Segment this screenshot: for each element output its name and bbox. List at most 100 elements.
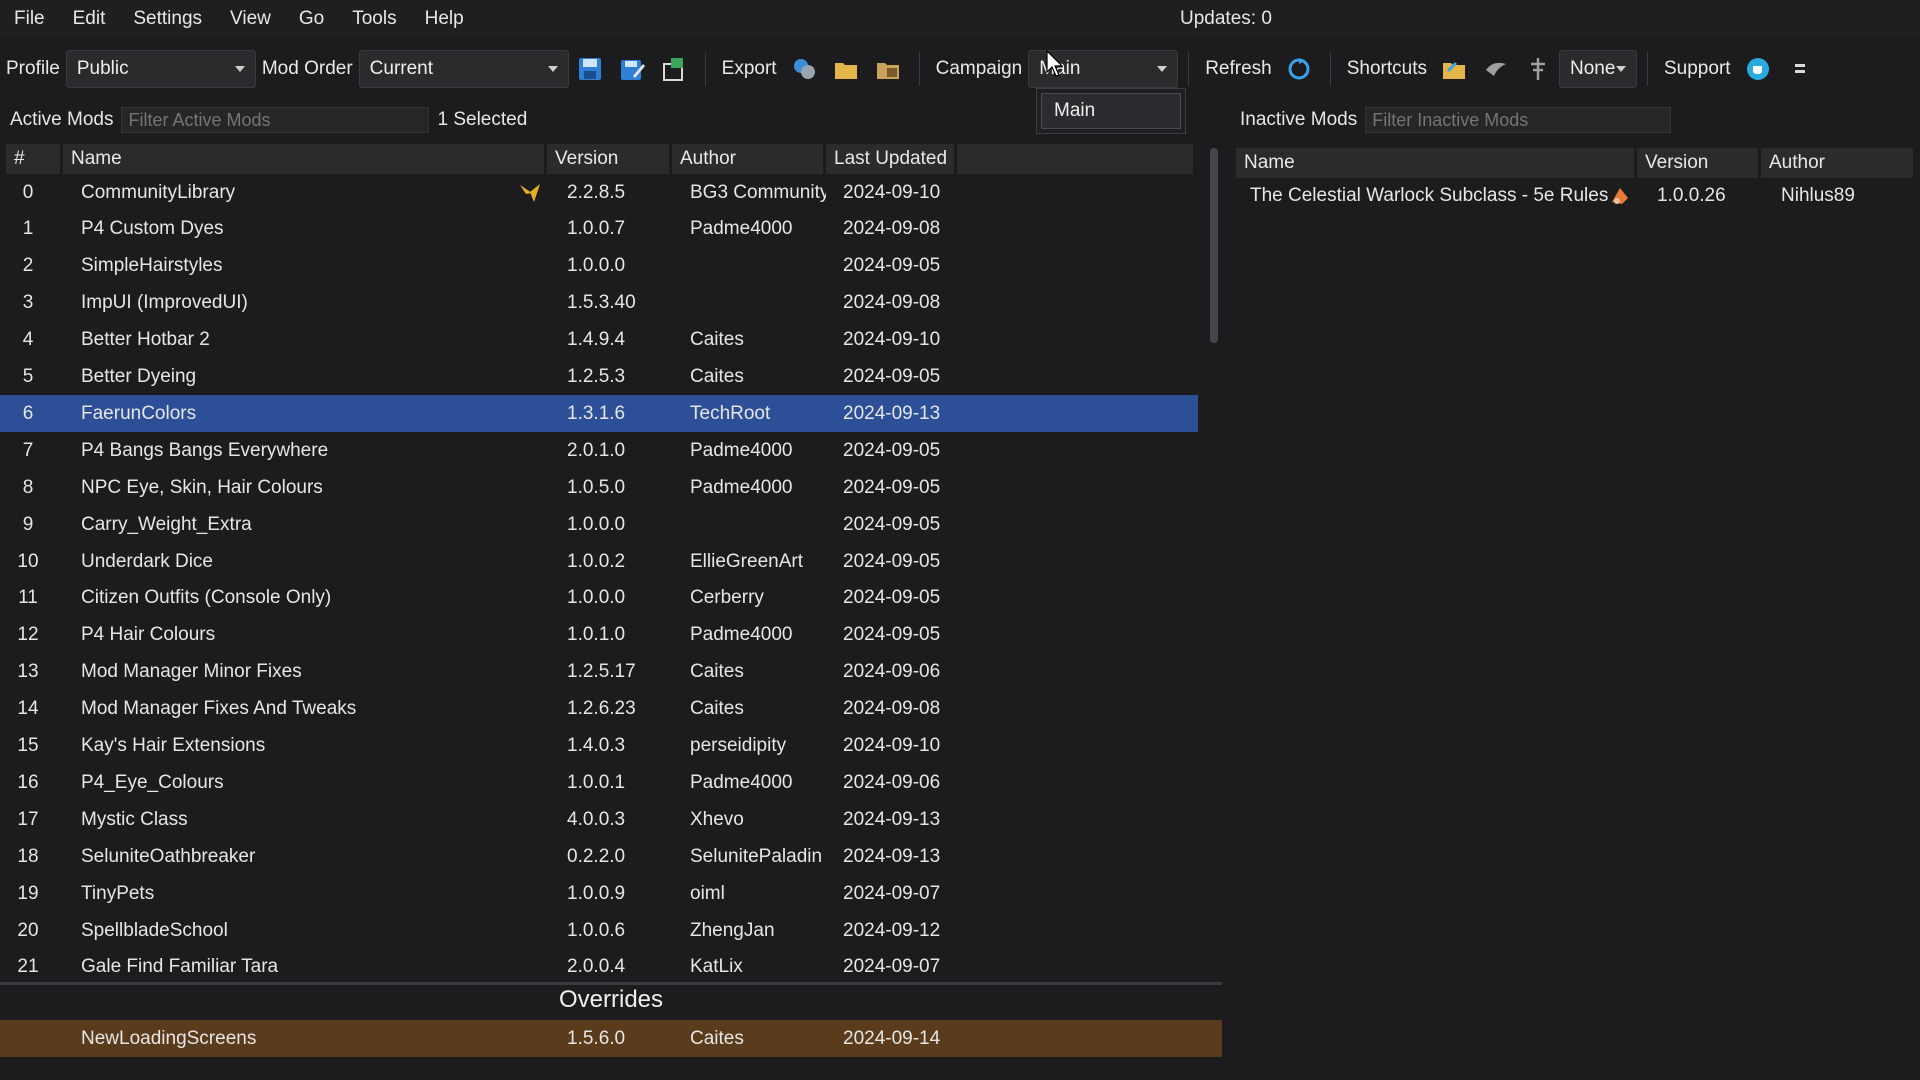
mod-version: 2.0.1.0 [567, 439, 626, 461]
inactive-col-header-author[interactable]: Author [1761, 148, 1913, 178]
export-zip-icon[interactable] [831, 54, 861, 84]
table-row[interactable]: 4 Better Hotbar 2 1.4.9.4 Caites 2024-09-10 [0, 322, 1198, 359]
row-index: 11 [18, 587, 38, 609]
col-header-name[interactable]: Name [63, 144, 544, 174]
table-row[interactable]: 7 P4 Bangs Bangs Everywhere 2.0.1.0 Padme40… [0, 432, 1198, 469]
active-filter-input[interactable] [121, 107, 430, 133]
table-row[interactable]: 20 SpellbladeSchool 1.0.0.6 ZhengJan 2024-09… [0, 912, 1198, 949]
mod-version: 4.0.0.3 [567, 808, 626, 830]
save-as-icon[interactable] [617, 54, 647, 84]
mod-author: Caites [690, 366, 744, 387]
table-row[interactable]: 2 SimpleHairstyles 1.0.0.0 2024-09-05 [0, 248, 1198, 285]
table-row[interactable]: 1 P4 Custom Dyes 1.0.0.7 Padme4000 2024-09-0… [0, 211, 1198, 248]
mod-last-updated: 2024-09-05 [843, 624, 941, 646]
table-row[interactable]: 3 ImpUI (ImprovedUI) 1.5.3.40 2024-09-08 [0, 285, 1198, 322]
import-order-icon[interactable] [659, 54, 689, 84]
table-row[interactable]: 8 NPC Eye, Skin, Hair Colours 1.0.5.0 Padme… [0, 469, 1198, 506]
table-row[interactable]: 12 P4 Hair Colours 1.0.1.0 Padme4000 2024-09… [0, 617, 1198, 654]
warning-icon [1608, 184, 1632, 214]
table-row[interactable]: 10 Underdark Dice 1.0.0.2 EllieGreenArt 2024… [0, 543, 1198, 580]
table-row[interactable]: 16 P4_Eye_Colours 1.0.0.1 Padme4000 2024-09-… [0, 764, 1198, 801]
table-row[interactable]: 19 TinyPets 1.0.0.9 oiml 2024-09-07 [0, 875, 1198, 912]
table-row[interactable]: 0 CommunityLibrary 2.2.8.5 BG3 Community 202… [0, 174, 1198, 211]
menu-file[interactable]: File [0, 0, 59, 38]
inactive-col-header-version[interactable]: Version [1637, 148, 1758, 178]
mod-version: 1.0.0.9 [567, 882, 626, 904]
mod-version: 2.2.8.5 [567, 181, 626, 203]
kofi-icon[interactable] [1743, 54, 1773, 84]
mod-last-updated: 2024-09-07 [843, 956, 941, 978]
active-scrollbar-thumb[interactable] [1210, 148, 1218, 343]
col-header-num[interactable]: # [6, 144, 60, 174]
inactive-filter-input[interactable] [1365, 107, 1672, 133]
mod-version: 1.0.0.0 [567, 255, 626, 277]
mod-last-updated: 2024-09-10 [843, 735, 941, 756]
mod-order-select[interactable]: Current [358, 50, 569, 88]
mod-last-updated: 2024-09-08 [843, 292, 941, 314]
table-row[interactable]: 6 FaerunColors 1.3.1.6 TechRoot 2024-09-13 [0, 395, 1198, 433]
mod-version: 1.4.9.4 [567, 329, 626, 351]
table-row[interactable]: 11 Citizen Outfits (Console Only) 1.0.0.0 C… [0, 580, 1198, 617]
row-index: 14 [17, 698, 39, 720]
table-row[interactable]: 15 Kay's Hair Extensions 1.4.0.3 perseidipi… [0, 728, 1198, 765]
override-row[interactable]: NewLoadingScreens 1.5.6.0 Caites 2024-09-14 [0, 1020, 1222, 1057]
table-row[interactable]: 17 Mystic Class 4.0.0.3 Xhevo 2024-09-13 [0, 801, 1198, 838]
col-header-author[interactable]: Author [672, 144, 823, 174]
shortcut-select[interactable]: None [1559, 50, 1637, 88]
mod-name: NPC Eye, Skin, Hair Colours [81, 476, 323, 498]
shortcuts-label: Shortcuts [1346, 58, 1427, 79]
col-header-last-updated[interactable]: Last Updated [826, 144, 954, 174]
table-row[interactable]: 13 Mod Manager Minor Fixes 1.2.5.17 Caites 2… [0, 654, 1198, 691]
col-header-version[interactable]: Version [547, 144, 669, 174]
toolbar-separator [704, 52, 706, 86]
mod-author: Caites [690, 661, 744, 683]
table-row[interactable]: 14 Mod Manager Fixes And Tweaks 1.2.6.23 Ca… [0, 691, 1198, 728]
mod-last-updated: 2024-09-06 [843, 661, 941, 683]
campaign-option-main[interactable]: Main [1041, 93, 1181, 129]
inactive-table-row[interactable]: The Celestial Warlock Subclass - 5e Rule… [1236, 178, 1920, 214]
active-mods-header: Active Mods 1 Selected [10, 104, 527, 136]
mod-name: Underdark Dice [81, 550, 213, 572]
mod-name: ImpUI (ImprovedUI) [81, 292, 248, 314]
refresh-icon[interactable] [1284, 54, 1314, 84]
table-row[interactable]: 21 Gale Find Familiar Tara 2.0.0.4 KatLix 20… [0, 949, 1198, 986]
mod-author: ZhengJan [690, 919, 775, 941]
inactive-col-header-name[interactable]: Name [1236, 148, 1634, 178]
menu-help[interactable]: Help [411, 0, 478, 38]
script-extender-icon [518, 182, 542, 210]
row-index: 0 [22, 181, 34, 203]
menu-view[interactable]: View [216, 0, 285, 38]
refresh-label[interactable]: Refresh [1205, 58, 1272, 80]
mod-author: Padme4000 [690, 624, 793, 646]
extender-icon[interactable] [1523, 54, 1553, 84]
menu-edit[interactable]: Edit [59, 0, 120, 38]
mod-last-updated: 2024-09-14 [843, 1027, 941, 1049]
mod-last-updated: 2024-09-05 [843, 366, 941, 387]
export-game-icon[interactable] [789, 54, 819, 84]
mod-version: 1.0.5.0 [567, 476, 626, 498]
mod-version: 1.2.6.23 [567, 698, 636, 720]
mod-author: TechRoot [690, 402, 771, 424]
campaign-label: Campaign [935, 58, 1023, 79]
menu-go[interactable]: Go [285, 0, 338, 38]
profile-select[interactable]: Public [65, 50, 256, 88]
mod-version: 1.5.6.0 [567, 1027, 626, 1049]
row-index: 8 [22, 476, 34, 498]
mod-last-updated: 2024-09-13 [843, 845, 941, 867]
export-folder-icon[interactable] [873, 54, 903, 84]
more-icon[interactable] [1785, 54, 1815, 84]
table-row[interactable]: 18 SeluniteOathbreaker 0.2.2.0 SelunitePala… [0, 838, 1198, 875]
mod-version: 1.0.0.0 [567, 513, 626, 535]
game-launch-icon[interactable] [1481, 54, 1511, 84]
mod-last-updated: 2024-09-05 [843, 476, 941, 498]
table-row[interactable]: 9 Carry_Weight_Extra 1.0.0.0 2024-09-05 [0, 506, 1198, 543]
mod-version: 1.0.0.0 [567, 587, 626, 609]
mod-name: Better Dyeing [81, 366, 197, 387]
save-icon[interactable] [575, 54, 605, 84]
mod-author: Nihlus89 [1781, 185, 1855, 206]
open-folder-icon[interactable] [1439, 54, 1469, 84]
menu-tools[interactable]: Tools [338, 0, 410, 38]
menu-settings[interactable]: Settings [119, 0, 216, 38]
table-row[interactable]: 5 Better Dyeing 1.2.5.3 Caites 2024-09-05 [0, 359, 1198, 396]
mod-last-updated: 2024-09-10 [843, 181, 941, 203]
